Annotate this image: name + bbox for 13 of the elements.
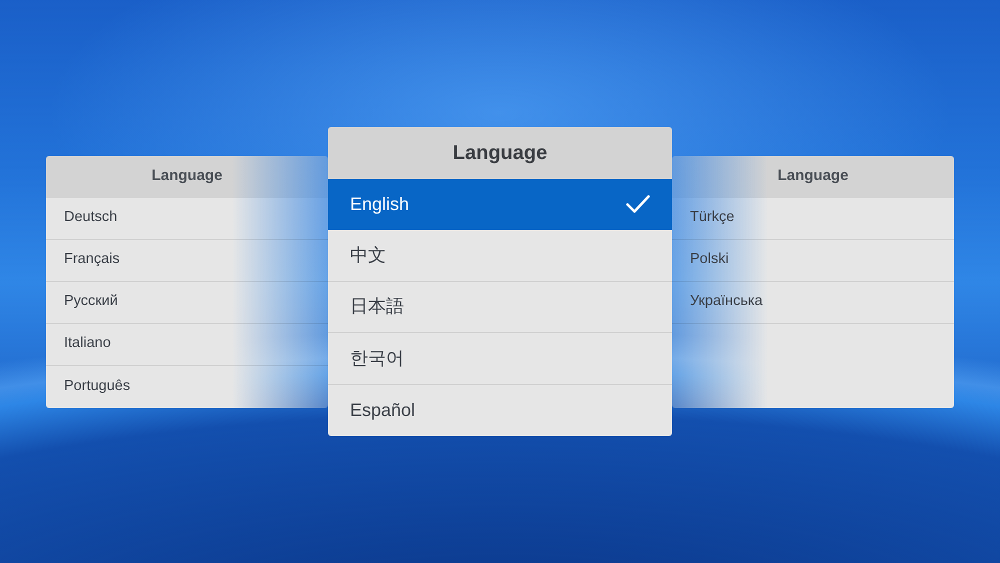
language-option[interactable]: English xyxy=(328,179,672,230)
panel-title: Language xyxy=(152,166,222,186)
language-option[interactable]: Türkçe xyxy=(672,198,954,240)
language-option[interactable]: 한국어 xyxy=(328,333,672,385)
panel-title: Language xyxy=(452,141,548,166)
language-option[interactable]: 中文 xyxy=(328,230,672,282)
check-icon xyxy=(626,195,650,214)
language-option[interactable]: 日本語 xyxy=(328,282,672,334)
language-option[interactable]: Українська xyxy=(672,282,954,324)
panel-title: Language xyxy=(778,166,848,186)
language-option[interactable]: Español xyxy=(328,384,672,436)
language-option[interactable]: Português xyxy=(46,366,328,408)
language-option[interactable]: Polski xyxy=(672,240,954,282)
